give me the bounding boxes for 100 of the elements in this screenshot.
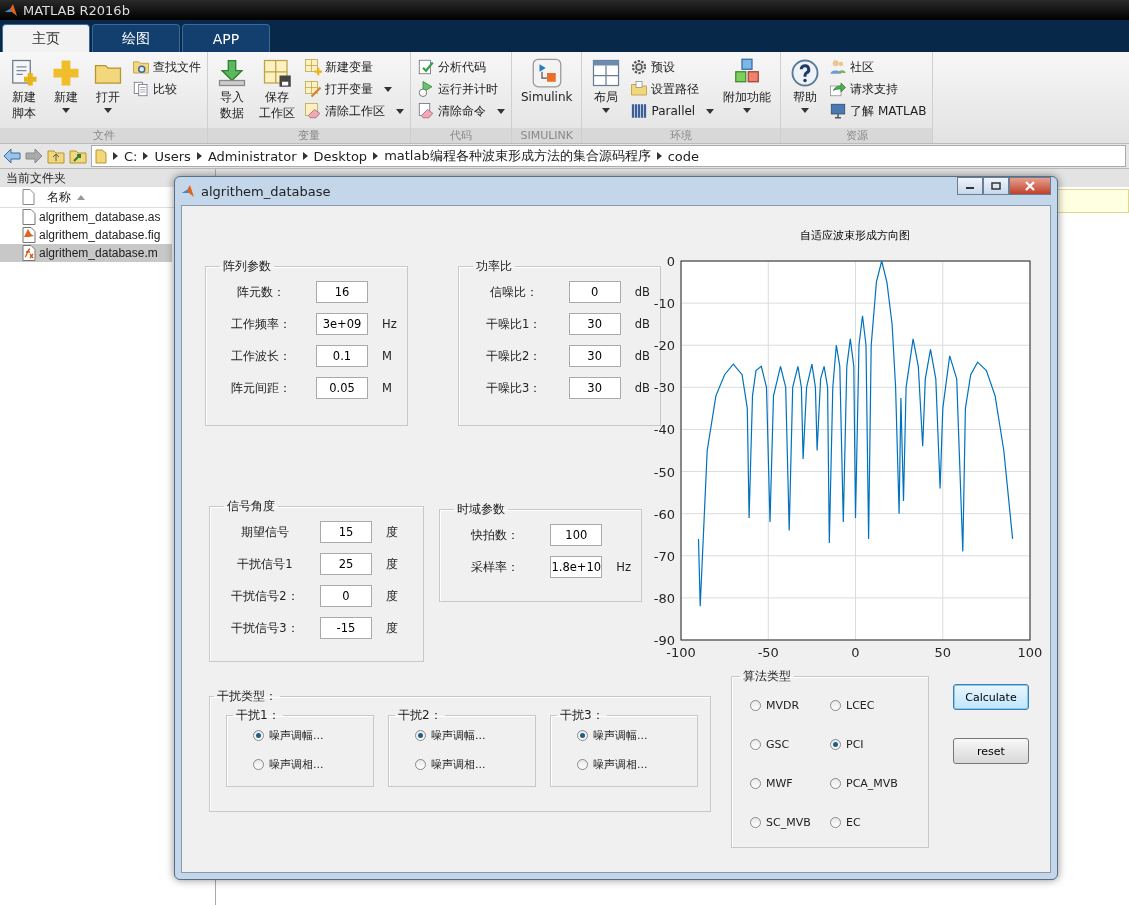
radio-button[interactable]: PCI [830,738,918,751]
ribbon-tab[interactable]: 绘图 [92,24,180,52]
panel-title: 干扰1： [235,707,281,724]
input-field[interactable]: 0 [568,281,621,303]
push-button[interactable]: Calculate [953,684,1029,710]
file-name: algrithem_database.fig [39,228,161,242]
ribbon-button[interactable]: 导入 数据 [214,56,250,124]
panel-title: 干扰2： [397,707,443,724]
radio-button[interactable]: SC_MVB [750,816,830,829]
ribbon-button[interactable]: 比较 [132,80,201,98]
path-segment[interactable]: Users [154,148,191,164]
input-field[interactable]: -15 [320,617,372,639]
input-field[interactable]: 3e+09 [316,313,368,335]
chevron-icon[interactable] [656,152,662,160]
folder-up-icon[interactable] [47,148,65,164]
path-segment[interactable]: Desktop [313,148,368,164]
ribbon-button[interactable]: 运行并计时 [417,80,505,98]
radio-button[interactable]: PCA_MVB [830,777,918,790]
input-field[interactable]: 25 [320,553,372,575]
radio-button[interactable]: 噪声调相... [253,757,363,772]
ribbon-button[interactable]: 新建 [48,56,84,115]
input-field[interactable]: 16 [316,281,368,303]
eraser-icon [417,102,435,120]
grid-save-icon [262,58,292,88]
ribbon-button[interactable]: 打开变量 [304,80,404,98]
file-row[interactable]: algrithem_database.m [0,244,172,262]
radio-button[interactable]: MWF [750,777,830,790]
tick-label: -60 [653,506,675,522]
ribbon-button[interactable]: 社区 [829,58,927,76]
tick-label: -20 [653,338,675,354]
input-field[interactable]: 100 [550,524,603,546]
tick-label: -70 [653,548,675,564]
ribbon-button[interactable]: 保存 工作区 [256,56,298,124]
path-segment[interactable]: matlab编程各种波束形成方法的集合源码程序 [384,147,651,165]
input-field[interactable]: 15 [320,521,372,543]
ribbon-button[interactable]: 帮助 [787,56,824,115]
field-label: 快拍数： [470,527,521,543]
input-field[interactable]: 1.8e+10 [550,556,603,578]
unit-label: dB [634,381,650,395]
unit-label: dB [634,317,650,331]
figure-file-icon [22,227,36,243]
file-row[interactable]: algrithem_database.fig [0,226,172,244]
maximize-button[interactable] [983,177,1009,195]
ribbon-tab[interactable]: 主页 [2,24,90,52]
ribbon-button[interactable]: 布局 [588,56,625,115]
radio-button[interactable]: 噪声调幅... [253,728,363,743]
eraser-icon [304,102,322,120]
input-field[interactable]: 0 [320,585,372,607]
panel-title: 干扰3： [559,707,605,724]
path-segment[interactable]: C: [124,148,138,164]
back-icon[interactable] [3,148,21,164]
ribbon-button[interactable]: 设置路径 [630,80,715,98]
field-label: 阵元数： [236,284,286,300]
radio-button[interactable]: 噪声调相... [577,757,687,772]
ribbon-button[interactable]: 分析代码 [417,58,505,76]
forward-icon[interactable] [25,148,43,164]
input-field[interactable]: 0.1 [316,345,368,367]
input-field[interactable]: 0.05 [316,377,368,399]
ribbon-button[interactable]: 新建 脚本 [6,56,42,124]
tick-label: -30 [653,380,675,396]
file-row[interactable]: algrithem_database.as [0,208,172,226]
ribbon-button[interactable]: 查找文件 [132,58,201,76]
input-field[interactable]: 30 [568,345,621,367]
ribbon-button[interactable]: 新建变量 [304,58,404,76]
ribbon-button[interactable]: 了解 MATLAB [829,102,927,120]
ribbon-button[interactable]: 清除工作区 [304,102,404,120]
field-label: 干扰信号2： [230,588,300,604]
column-header[interactable]: 名称 [47,188,71,206]
radio-button[interactable]: MVDR [750,699,830,712]
path-segment[interactable]: code [667,148,700,164]
chevron-icon[interactable] [196,152,202,160]
radio-button[interactable]: EC [830,816,918,829]
ribbon-button[interactable]: Parallel [630,102,715,120]
folder-browse-icon[interactable] [69,148,87,164]
ribbon-button[interactable]: 清除命令 [417,102,505,120]
radio-button[interactable]: LCEC [830,699,918,712]
minimize-button[interactable] [957,177,983,195]
ribbon-button[interactable]: Simulink [518,56,576,108]
ribbon-button[interactable]: 打开 [90,56,126,115]
path-segment[interactable]: Administrator [207,148,297,164]
ribbon-button[interactable]: 附加功能 [720,56,775,115]
chevron-icon[interactable] [373,152,379,160]
chevron-icon[interactable] [302,152,308,160]
close-button[interactable] [1009,177,1051,195]
ribbon-button[interactable]: 请求支持 [829,80,927,98]
input-field[interactable]: 30 [568,377,621,399]
folder-search-icon [132,58,150,76]
tick-label: -80 [653,590,675,606]
radio-button[interactable]: GSC [750,738,830,751]
input-field[interactable]: 30 [568,313,621,335]
chevron-icon[interactable] [143,152,149,160]
radio-button[interactable]: 噪声调幅... [577,728,687,743]
ribbon-button[interactable]: 预设 [630,58,715,76]
chevron-icon[interactable] [113,152,118,160]
tick-label: 0 [666,254,675,269]
radio-button[interactable]: 噪声调相... [415,757,525,772]
push-button[interactable]: reset [953,738,1029,764]
ribbon-tab[interactable]: APP [182,24,270,52]
radio-button[interactable]: 噪声调幅... [415,728,525,743]
sort-icon [77,194,85,200]
